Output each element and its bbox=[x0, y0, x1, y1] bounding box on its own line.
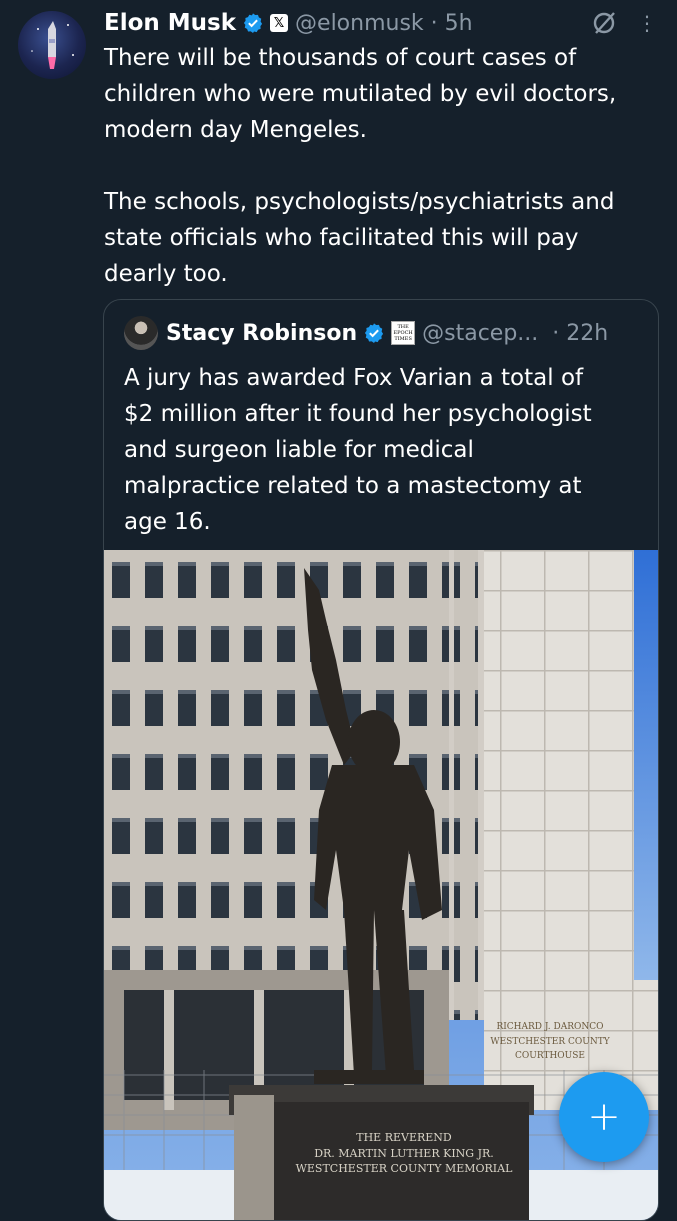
quoted-author-avatar[interactable] bbox=[124, 316, 158, 350]
author-avatar[interactable] bbox=[18, 11, 86, 79]
quoted-author-handle[interactable]: @stacep... bbox=[422, 321, 538, 346]
author-handle[interactable]: @elonmusk · 5h bbox=[295, 11, 473, 36]
tweet-header: Elon Musk 𝕏 @elonmusk · 5h ⋮ bbox=[104, 6, 657, 40]
verified-icon bbox=[243, 13, 263, 33]
x-affiliate-badge-icon: 𝕏 bbox=[270, 14, 289, 32]
quoted-author-name[interactable]: Stacy Robinson bbox=[166, 321, 357, 346]
tweet-text: There will be thousands of court cases o… bbox=[104, 45, 617, 287]
epoch-times-affiliate-badge-icon: THE EPOCH TIMES bbox=[391, 321, 416, 345]
quoted-tweet-header: Stacy Robinson THE EPOCH TIMES @stacep... … bbox=[124, 316, 642, 350]
epoch-badge-word: TIMES bbox=[394, 336, 412, 342]
plaque-line-2: DR. MARTIN LUTHER KING JR. bbox=[314, 1147, 494, 1160]
quoted-tweet-text: A jury has awarded Fox Varian a total of… bbox=[124, 365, 592, 535]
plaque-line-1: THE REVEREND bbox=[356, 1131, 452, 1144]
plaque-line-3: WESTCHESTER COUNTY MEMORIAL bbox=[296, 1162, 513, 1175]
rocket-avatar-image bbox=[31, 21, 74, 69]
building-sign-line-2: WESTCHESTER COUNTY bbox=[490, 1037, 610, 1047]
grok-icon[interactable] bbox=[591, 10, 617, 36]
verified-icon bbox=[365, 323, 384, 343]
compose-button[interactable]: + bbox=[559, 1072, 649, 1162]
building-sign-line-1: RICHARD J. DARONCO bbox=[496, 1022, 603, 1032]
quoted-timestamp[interactable]: · 22h bbox=[552, 321, 608, 346]
plus-icon: + bbox=[587, 1094, 621, 1140]
building-sign-line-3: COURTHOUSE bbox=[515, 1051, 585, 1061]
more-options-icon[interactable]: ⋮ bbox=[637, 13, 657, 33]
author-name[interactable]: Elon Musk bbox=[104, 10, 236, 36]
